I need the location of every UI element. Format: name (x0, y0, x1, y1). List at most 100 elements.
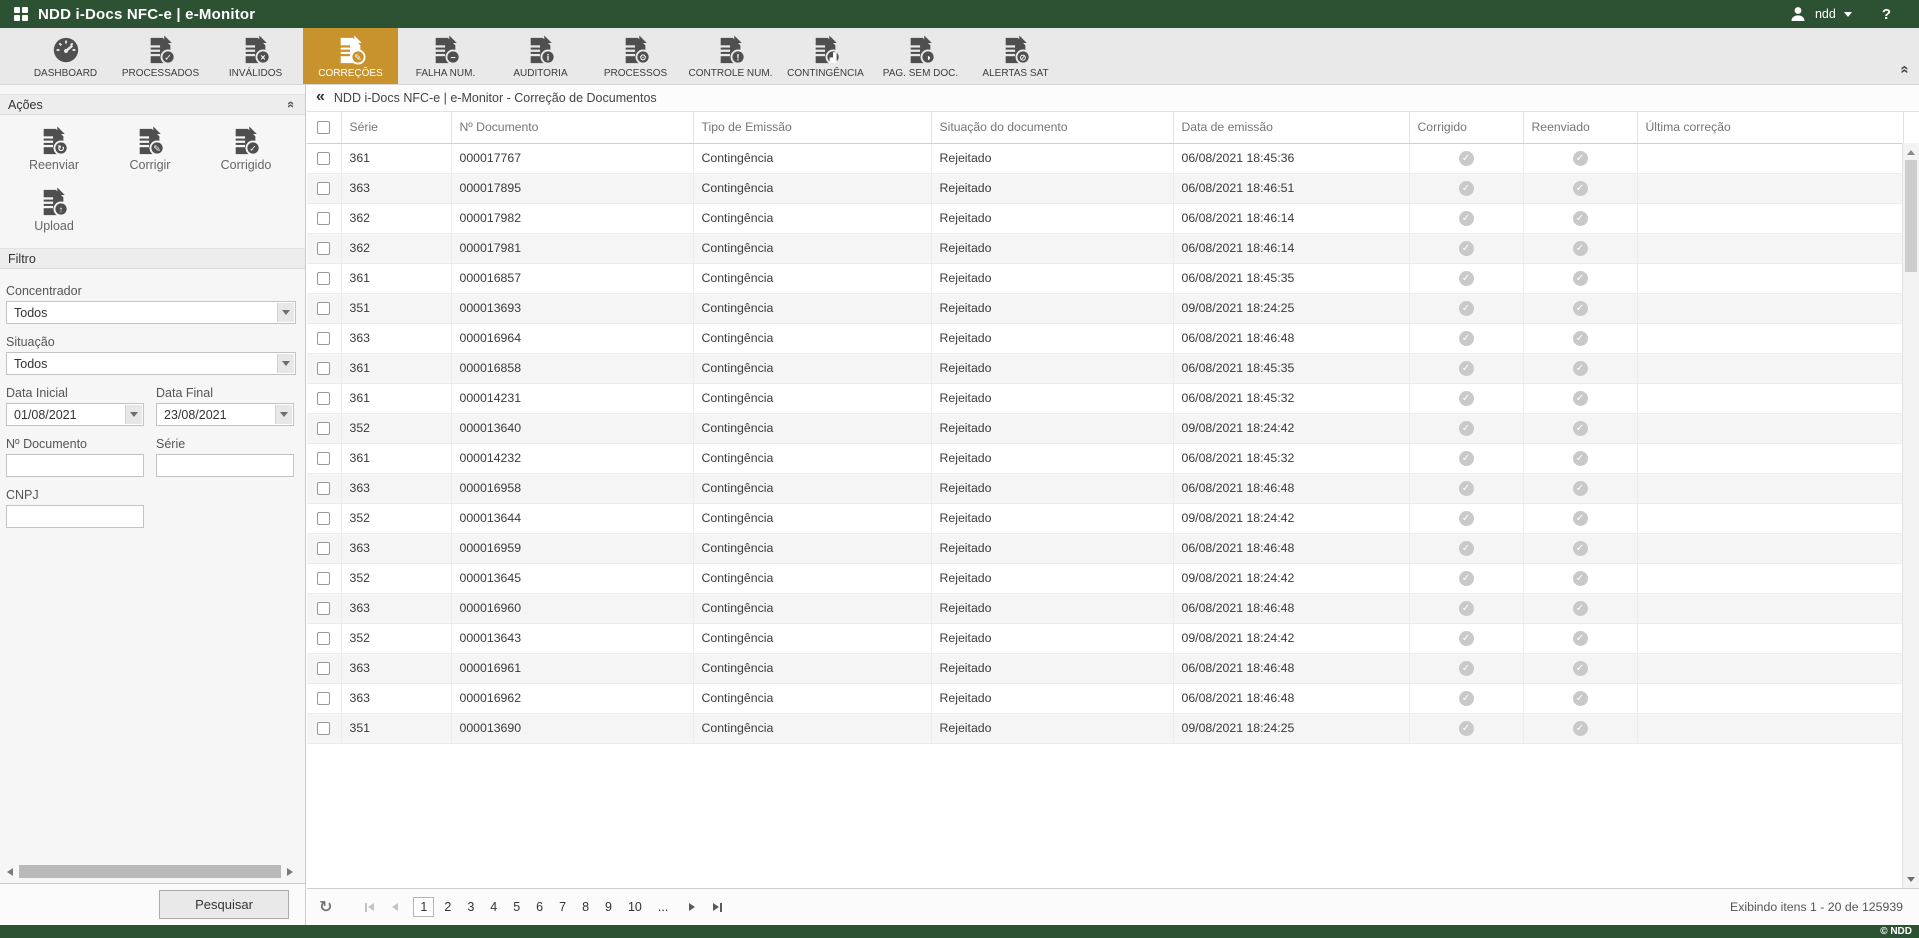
toolbar-item-auditoria[interactable]: i AUDITORIA (493, 28, 588, 84)
dropdown-arrow-icon[interactable] (277, 303, 294, 322)
table-row[interactable]: 361000014232ContingênciaRejeitado06/08/2… (307, 443, 1903, 473)
table-row[interactable]: 361000016857ContingênciaRejeitado06/08/2… (307, 263, 1903, 293)
column-header-corrigido[interactable]: Corrigido (1409, 112, 1523, 143)
page-button-4[interactable]: 4 (484, 898, 503, 916)
row-checkbox[interactable] (317, 722, 330, 735)
table-row[interactable]: 363000016960ContingênciaRejeitado06/08/2… (307, 593, 1903, 623)
action-upload[interactable]: ↑ Upload (6, 186, 102, 233)
user-menu[interactable]: ndd (1815, 7, 1836, 21)
row-checkbox[interactable] (317, 302, 330, 315)
column-header-serie[interactable]: Série (341, 112, 451, 143)
toolbar-item-processados[interactable]: ✓ PROCESSADOS (113, 28, 208, 84)
toolbar-item-contingencia[interactable]: ▟ CONTINGÊNCIA (778, 28, 873, 84)
action-reenviar[interactable]: ↻ Reenviar (6, 125, 102, 172)
page-button-8[interactable]: 8 (576, 898, 595, 916)
table-row[interactable]: 363000016959ContingênciaRejeitado06/08/2… (307, 533, 1903, 563)
table-vertical-scrollbar[interactable] (1902, 143, 1919, 888)
table-row[interactable]: 352000013645ContingênciaRejeitado09/08/2… (307, 563, 1903, 593)
table-row[interactable]: 351000013693ContingênciaRejeitado09/08/2… (307, 293, 1903, 323)
prev-page-button[interactable] (392, 903, 398, 911)
row-checkbox[interactable] (317, 572, 330, 585)
row-checkbox[interactable] (317, 452, 330, 465)
last-page-button[interactable] (713, 903, 722, 912)
user-caret-icon[interactable] (1844, 12, 1852, 17)
table-row[interactable]: 352000013643ContingênciaRejeitado09/08/2… (307, 623, 1903, 653)
row-checkbox[interactable] (317, 692, 330, 705)
table-row[interactable]: 362000017982ContingênciaRejeitado06/08/2… (307, 203, 1903, 233)
row-checkbox[interactable] (317, 272, 330, 285)
table-row[interactable]: 363000016961ContingênciaRejeitado06/08/2… (307, 653, 1903, 683)
row-checkbox[interactable] (317, 212, 330, 225)
action-corrigir[interactable]: ✎ Corrigir (102, 125, 198, 172)
serie-input[interactable] (156, 454, 294, 477)
table-row[interactable]: 362000017981ContingênciaRejeitado06/08/2… (307, 233, 1903, 263)
table-row[interactable]: 361000017767ContingênciaRejeitado06/08/2… (307, 143, 1903, 173)
toolbar-item-pag-sem-doc[interactable]: ◑ PAG. SEM DOC. (873, 28, 968, 84)
toolbar-item-falha-num[interactable]: − FALHA NUM. (398, 28, 493, 84)
scroll-up-icon[interactable] (1903, 145, 1919, 159)
first-page-button[interactable] (365, 903, 374, 912)
row-checkbox[interactable] (317, 482, 330, 495)
toolbar-item-dashboard[interactable]: DASHBOARD (18, 28, 113, 84)
concentrador-select[interactable]: Todos (6, 301, 296, 324)
toolbar-item-controle-num[interactable]: ! CONTROLE NUM. (683, 28, 778, 84)
toolbar-item-alertas-sat[interactable]: ⊘ ALERTAS SAT (968, 28, 1063, 84)
actions-collapse-icon[interactable]: « (284, 101, 299, 108)
table-row[interactable]: 363000016964ContingênciaRejeitado06/08/2… (307, 323, 1903, 353)
table-row[interactable]: 361000014231ContingênciaRejeitado06/08/2… (307, 383, 1903, 413)
column-header-data-de-emissao[interactable]: Data de emissão (1173, 112, 1409, 143)
row-checkbox[interactable] (317, 242, 330, 255)
table-row[interactable]: 352000013644ContingênciaRejeitado09/08/2… (307, 503, 1903, 533)
sidebar-horizontal-scrollbar[interactable] (4, 864, 296, 879)
scrollbar-thumb[interactable] (19, 865, 281, 878)
dropdown-arrow-icon[interactable] (277, 354, 294, 373)
toolbar-item-invalidos[interactable]: × INVÁLIDOS (208, 28, 303, 84)
toolbar-item-correcoes[interactable]: ✎ CORREÇÕES (303, 28, 398, 84)
row-checkbox[interactable] (317, 182, 330, 195)
table-row[interactable]: 361000016858ContingênciaRejeitado06/08/2… (307, 353, 1903, 383)
row-checkbox[interactable] (317, 362, 330, 375)
row-checkbox[interactable] (317, 542, 330, 555)
next-page-button[interactable] (689, 903, 695, 911)
collapse-sidebar-icon[interactable]: « (316, 89, 325, 105)
situacao-select[interactable]: Todos (6, 352, 296, 375)
row-checkbox[interactable] (317, 632, 330, 645)
search-button[interactable]: Pesquisar (159, 890, 289, 919)
page-button-10[interactable]: 10 (622, 898, 648, 916)
table-row[interactable]: 363000016958ContingênciaRejeitado06/08/2… (307, 473, 1903, 503)
scrollbar-thumb[interactable] (1905, 160, 1917, 272)
action-corrigido[interactable]: ✓ Corrigido (198, 125, 294, 172)
refresh-button[interactable]: ↻ (319, 897, 332, 917)
row-checkbox[interactable] (317, 512, 330, 525)
page-button-3[interactable]: 3 (461, 898, 480, 916)
calendar-dropdown-icon[interactable] (275, 405, 292, 424)
column-header-reenviado[interactable]: Reenviado (1523, 112, 1637, 143)
page-button-7[interactable]: 7 (553, 898, 572, 916)
toolbar-item-processos[interactable]: ⚙ PROCESSOS (588, 28, 683, 84)
select-all-checkbox[interactable] (317, 121, 330, 134)
page-button-2[interactable]: 2 (438, 898, 457, 916)
table-row[interactable]: 352000013640ContingênciaRejeitado09/08/2… (307, 413, 1903, 443)
page-button-6[interactable]: 6 (530, 898, 549, 916)
toolbar-collapse-icon[interactable]: « (1897, 65, 1912, 73)
table-row[interactable]: 351000013690ContingênciaRejeitado09/08/2… (307, 713, 1903, 743)
table-row[interactable]: 363000017895ContingênciaRejeitado06/08/2… (307, 173, 1903, 203)
data-inicial-field[interactable]: 01/08/2021 (6, 403, 144, 426)
calendar-dropdown-icon[interactable] (125, 405, 142, 424)
column-header-ultima-correcao[interactable]: Última correção (1637, 112, 1903, 143)
row-checkbox[interactable] (317, 422, 330, 435)
row-checkbox[interactable] (317, 332, 330, 345)
row-checkbox[interactable] (317, 152, 330, 165)
page-button-[interactable]: ... (652, 898, 674, 916)
scroll-right-icon[interactable] (284, 868, 296, 876)
scroll-left-icon[interactable] (4, 868, 16, 876)
row-checkbox[interactable] (317, 602, 330, 615)
apps-grid-icon[interactable] (14, 7, 28, 21)
page-button-5[interactable]: 5 (507, 898, 526, 916)
column-header-situacao-do-documento[interactable]: Situação do documento (931, 112, 1173, 143)
scroll-down-icon[interactable] (1903, 872, 1919, 886)
cnpj-input[interactable] (6, 505, 144, 528)
page-button-9[interactable]: 9 (599, 898, 618, 916)
num-documento-input[interactable] (6, 454, 144, 477)
row-checkbox[interactable] (317, 392, 330, 405)
